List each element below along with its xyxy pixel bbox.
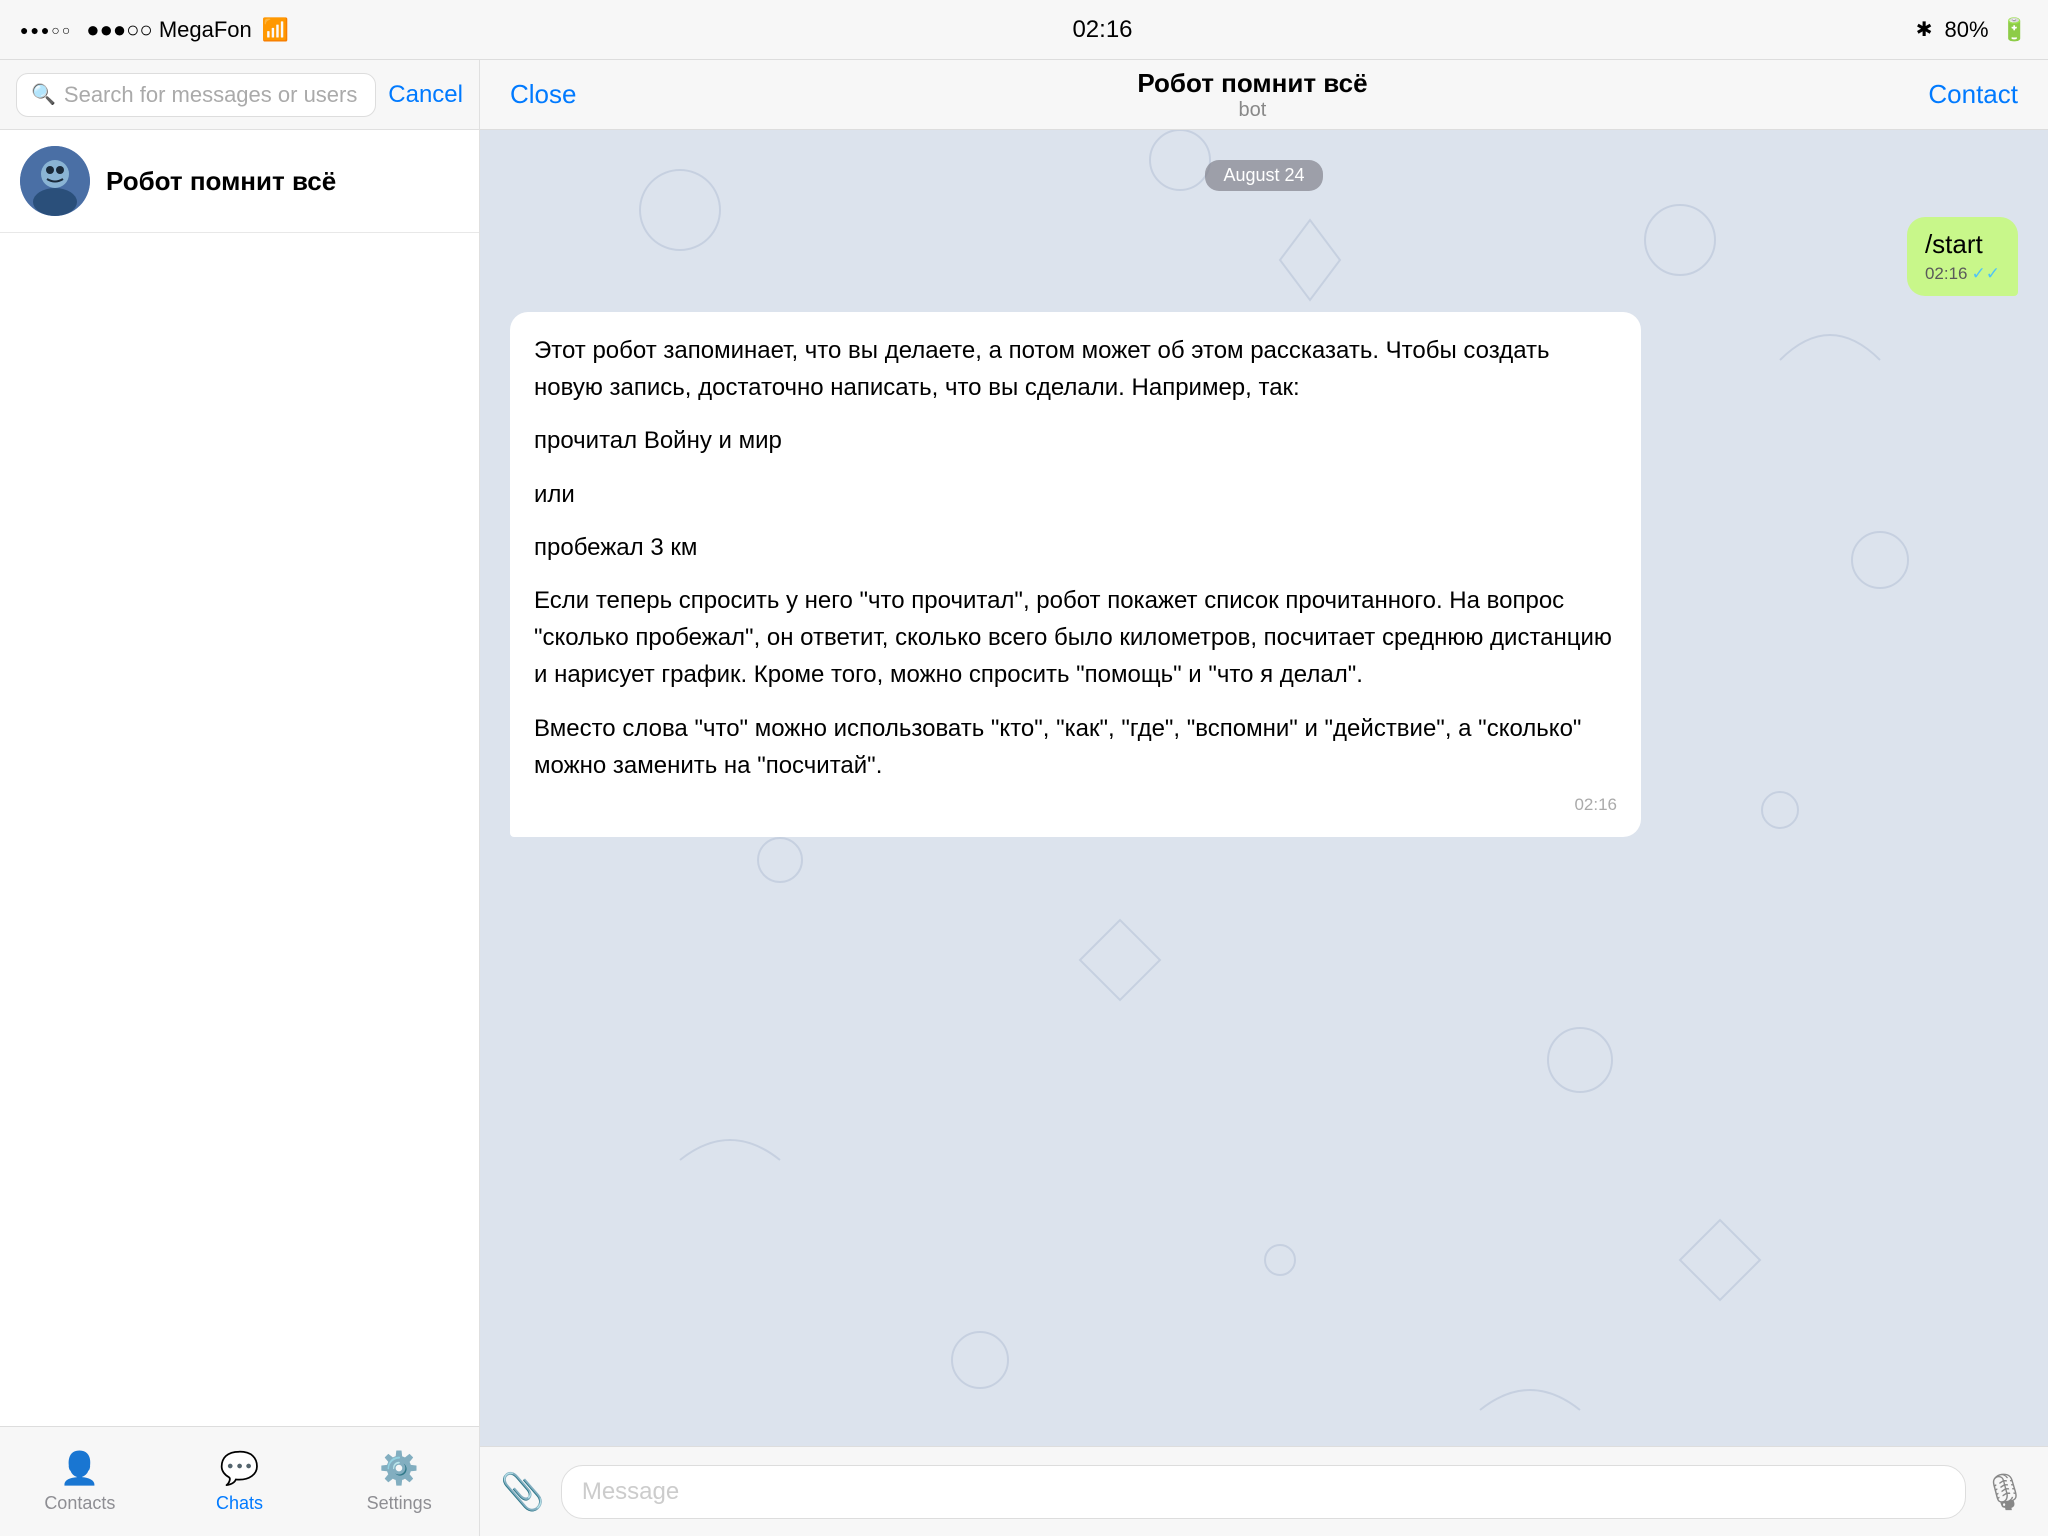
chat-header: Close Робот помнит всё bot Contact — [480, 60, 2048, 130]
wifi-icon: 📶 — [262, 17, 289, 43]
chat-name: Робот помнит всё — [106, 166, 459, 197]
close-button[interactable]: Close — [510, 79, 576, 110]
status-time: 02:16 — [1072, 16, 1132, 44]
carrier-name: ●●●○○ MegaFon — [86, 17, 252, 43]
contacts-icon: 👤 — [60, 1449, 100, 1487]
chat-title: Робот помнит всё — [1137, 68, 1367, 99]
chat-subtitle: bot — [1137, 99, 1367, 122]
incoming-time-row: 02:16 — [534, 792, 1617, 818]
tab-contacts-label: Contacts — [44, 1493, 115, 1514]
status-right: ✱ 80% 🔋 — [1916, 17, 2028, 43]
cancel-button[interactable]: Cancel — [388, 81, 463, 109]
left-panel: 🔍 Cancel Робот по — [0, 60, 480, 1536]
battery-icon: 🔋 — [2001, 17, 2028, 43]
voice-button[interactable]: 🎙 — [1982, 1471, 2028, 1513]
chats-icon: 💬 — [220, 1449, 260, 1487]
tab-contacts[interactable]: 👤 Contacts — [0, 1449, 160, 1514]
messages-area: August 24 /start 02:16 ✓✓ Этот робот зап… — [480, 130, 2048, 1446]
contact-button[interactable]: Contact — [1928, 79, 2018, 110]
chat-info: Робот помнит всё — [106, 166, 459, 197]
message-input-area: 📎 🎙 — [480, 1446, 2048, 1536]
avatar — [20, 146, 90, 216]
search-input-container: 🔍 — [16, 73, 376, 117]
search-input[interactable] — [64, 82, 361, 108]
search-icon: 🔍 — [31, 82, 56, 107]
main-content: 🔍 Cancel Робот по — [0, 60, 2048, 1536]
outgoing-time: 02:16 — [1925, 264, 1968, 284]
incoming-text: Этот робот запоминает, что вы делаете, а… — [534, 332, 1617, 784]
read-ticks: ✓✓ — [1972, 264, 2001, 284]
incoming-time: 02:16 — [1574, 792, 1617, 818]
tab-chats-label: Chats — [216, 1493, 263, 1514]
tab-chats[interactable]: 💬 Chats — [160, 1449, 320, 1514]
message-row-outgoing: /start 02:16 ✓✓ — [510, 217, 2018, 296]
date-badge: August 24 — [1205, 160, 1322, 191]
tab-settings[interactable]: ⚙️ Settings — [319, 1449, 479, 1514]
right-panel: Close Робот помнит всё bot Contact Augus… — [480, 60, 2048, 1536]
time-row: 02:16 ✓✓ — [1925, 264, 2000, 284]
battery-percent: 80% — [1945, 17, 1989, 43]
date-separator: August 24 — [510, 160, 2018, 191]
status-bar: ●●●○○ ●●●○○ MegaFon 📶 02:16 ✱ 80% 🔋 — [0, 0, 2048, 60]
status-left: ●●●○○ ●●●○○ MegaFon 📶 — [20, 17, 289, 43]
message-row-incoming: Этот робот запоминает, что вы делаете, а… — [510, 312, 2018, 837]
chat-list: Робот помнит всё — [0, 130, 479, 1426]
tab-settings-label: Settings — [367, 1493, 432, 1514]
settings-icon: ⚙️ — [379, 1449, 419, 1487]
list-item[interactable]: Робот помнит всё — [0, 130, 479, 233]
chat-header-center: Робот помнит всё bot — [1137, 68, 1367, 122]
incoming-bubble: Этот робот запоминает, что вы делаете, а… — [510, 312, 1641, 837]
tab-bar: 👤 Contacts 💬 Chats ⚙️ Settings — [0, 1426, 479, 1536]
outgoing-text: /start — [1925, 229, 1983, 259]
signal-dots: ●●●○○ — [20, 22, 72, 38]
search-bar: 🔍 Cancel — [0, 60, 479, 130]
outgoing-bubble: /start 02:16 ✓✓ — [1907, 217, 2018, 296]
bluetooth-icon: ✱ — [1916, 17, 1933, 42]
message-input[interactable] — [561, 1465, 1966, 1519]
attach-button[interactable]: 📎 — [500, 1471, 545, 1513]
